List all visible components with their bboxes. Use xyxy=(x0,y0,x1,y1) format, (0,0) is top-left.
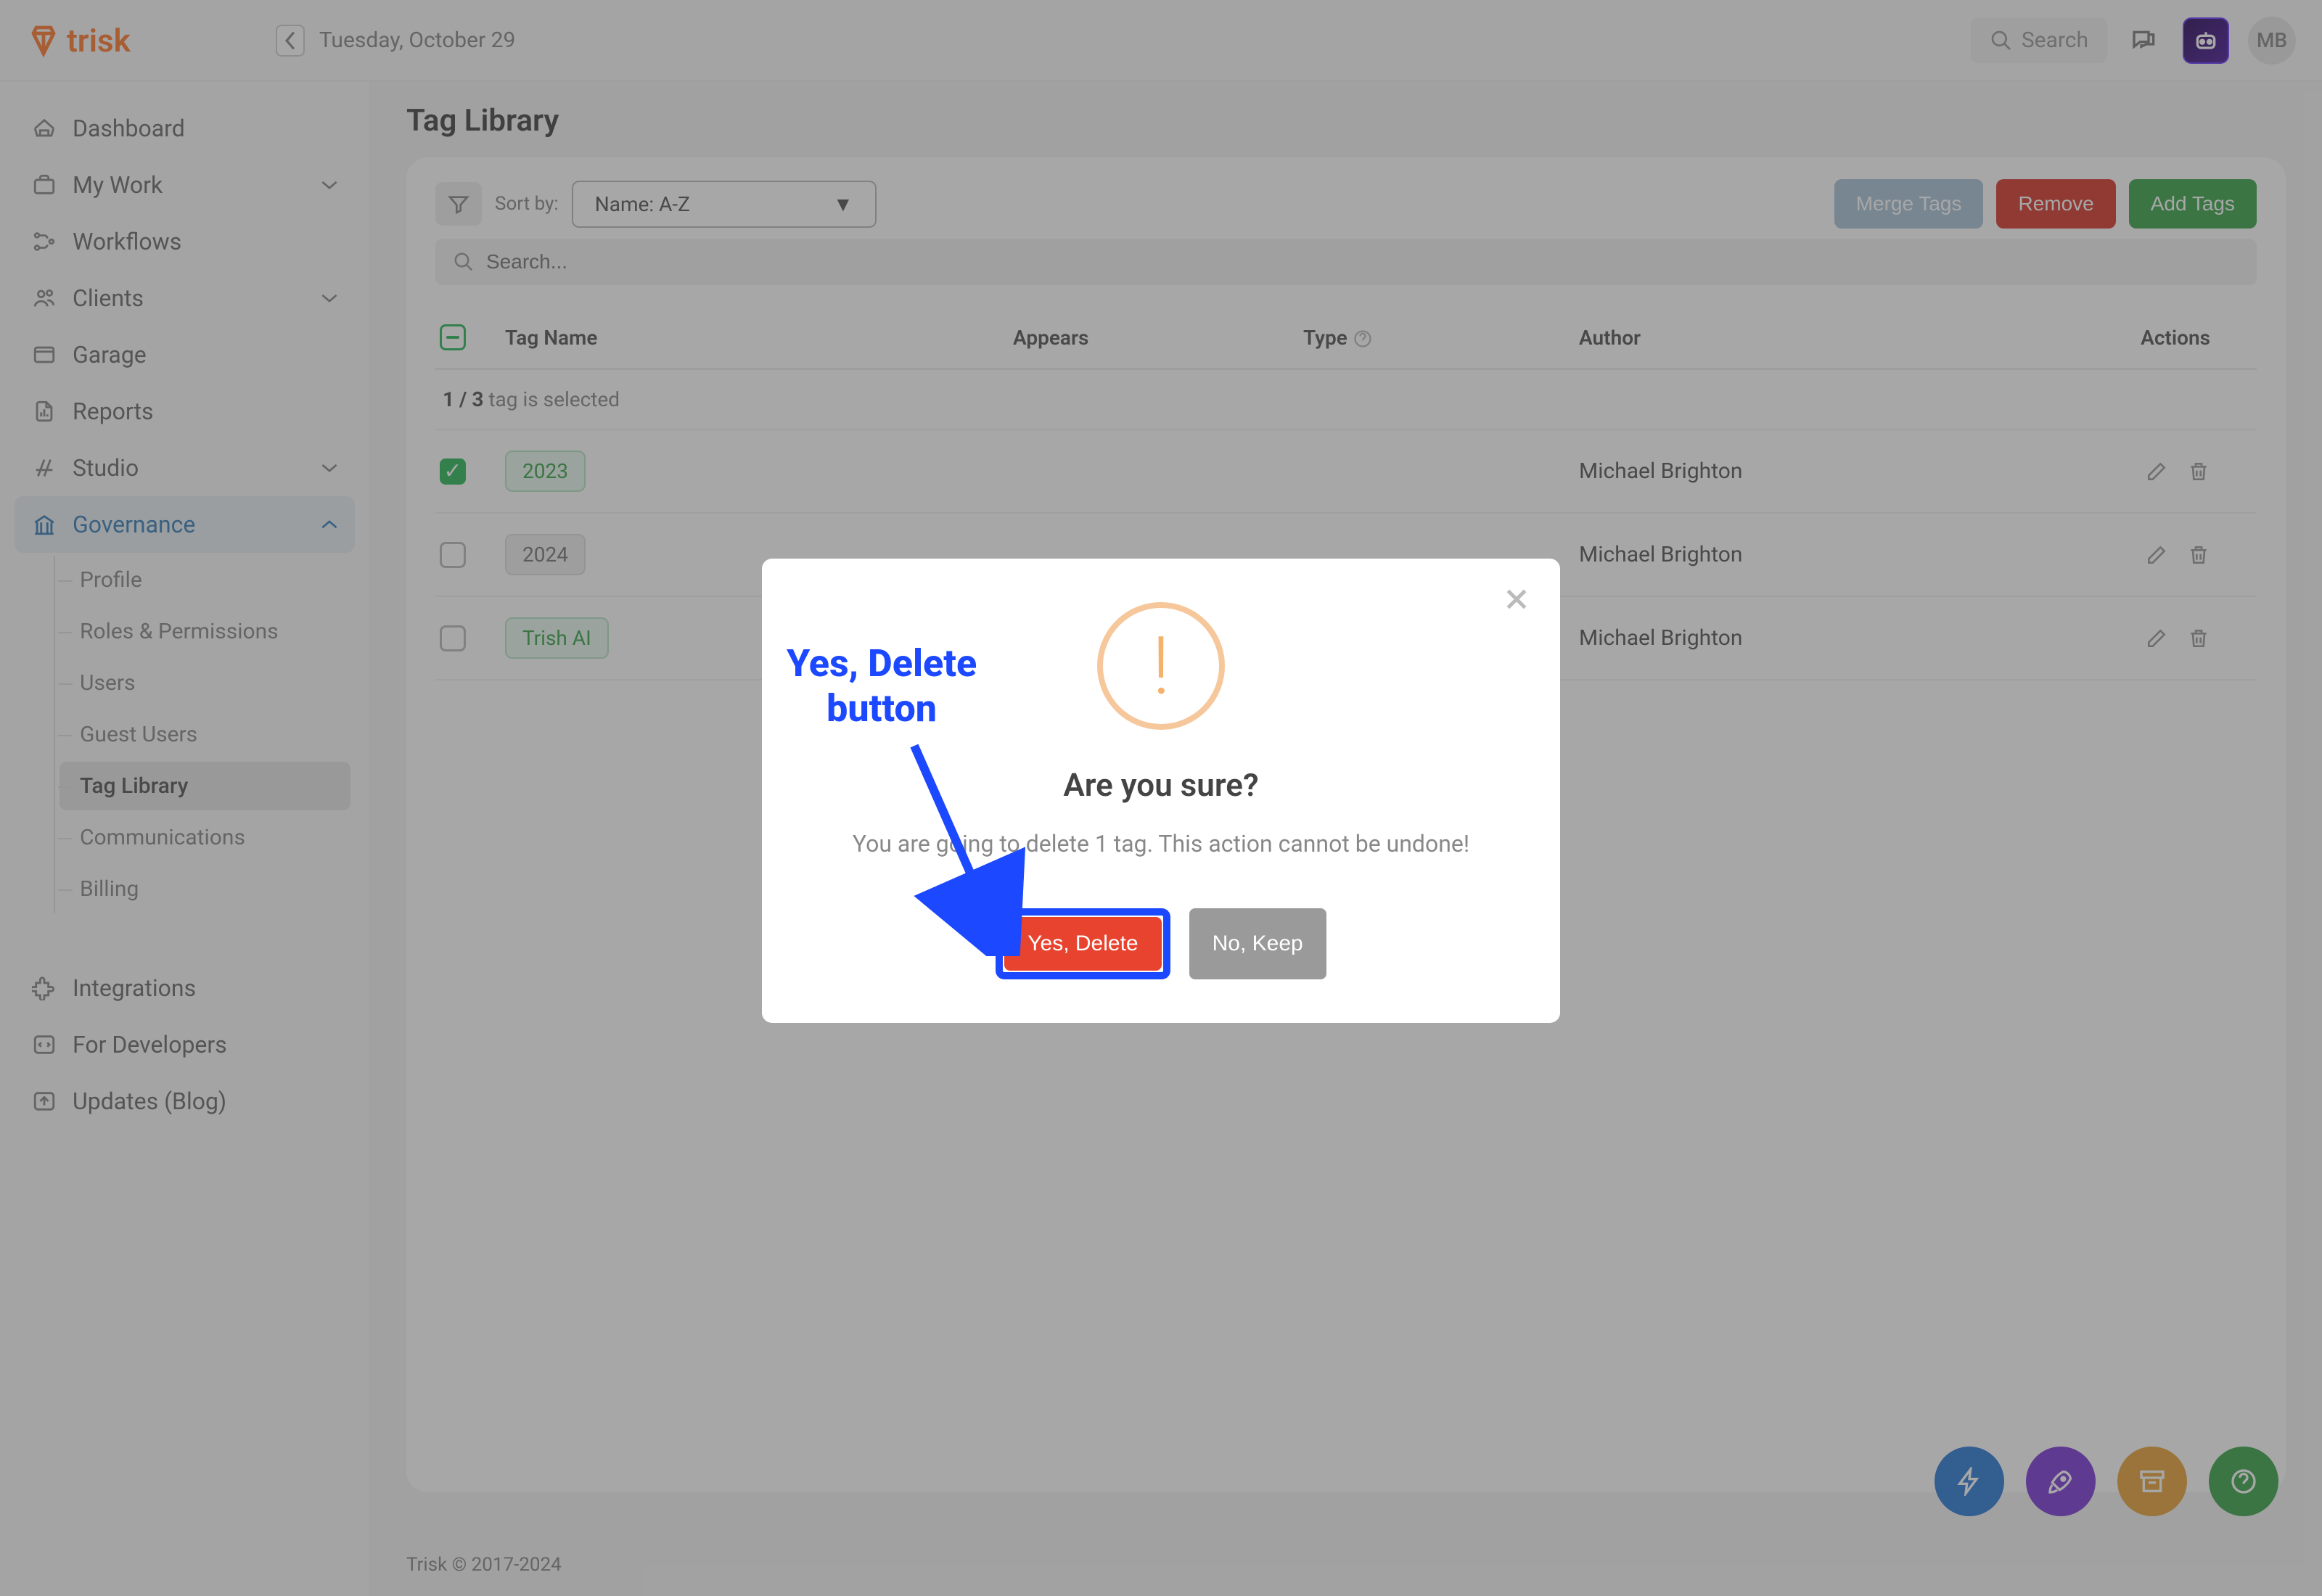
confirm-delete-modal: ! Are you sure? You are going to delete … xyxy=(762,559,1560,1023)
annotation-label: Yes, Delete button xyxy=(787,641,977,732)
close-icon xyxy=(1502,585,1531,614)
warning-icon: ! xyxy=(1097,602,1225,730)
modal-close-button[interactable] xyxy=(1502,585,1531,614)
no-keep-button[interactable]: No, Keep xyxy=(1189,908,1326,979)
annotation-arrow-icon xyxy=(900,739,1030,956)
